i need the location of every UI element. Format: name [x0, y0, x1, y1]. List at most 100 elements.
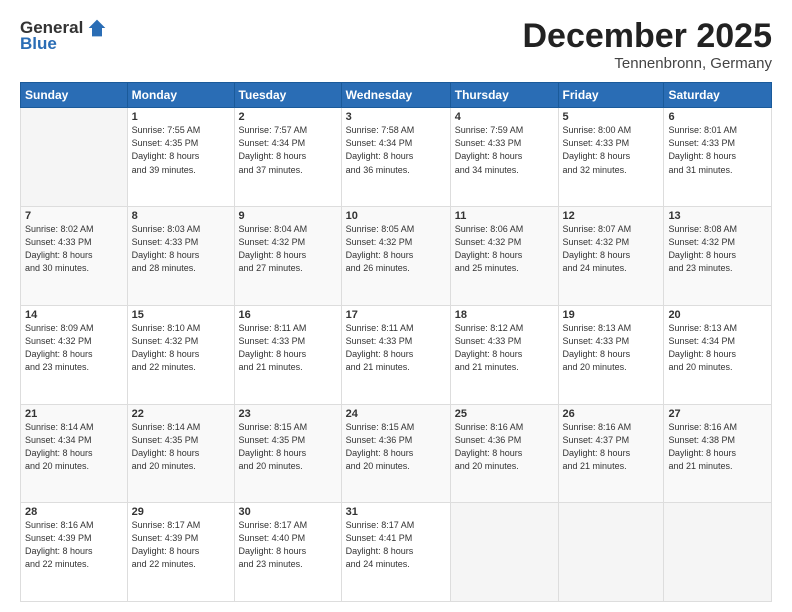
- day-cell: 31Sunrise: 8:17 AM Sunset: 4:41 PM Dayli…: [341, 503, 450, 602]
- day-info: Sunrise: 8:17 AM Sunset: 4:41 PM Dayligh…: [346, 519, 446, 571]
- col-header-monday: Monday: [127, 83, 234, 108]
- day-info: Sunrise: 8:16 AM Sunset: 4:39 PM Dayligh…: [25, 519, 123, 571]
- day-info: Sunrise: 8:13 AM Sunset: 4:34 PM Dayligh…: [668, 322, 767, 374]
- col-header-wednesday: Wednesday: [341, 83, 450, 108]
- day-cell: 9Sunrise: 8:04 AM Sunset: 4:32 PM Daylig…: [234, 207, 341, 306]
- col-header-sunday: Sunday: [21, 83, 128, 108]
- day-info: Sunrise: 8:01 AM Sunset: 4:33 PM Dayligh…: [668, 124, 767, 176]
- day-number: 3: [346, 111, 446, 123]
- day-cell: 16Sunrise: 8:11 AM Sunset: 4:33 PM Dayli…: [234, 305, 341, 404]
- day-number: 2: [239, 111, 337, 123]
- day-number: 17: [346, 309, 446, 321]
- day-number: 27: [668, 408, 767, 420]
- day-cell: 8Sunrise: 8:03 AM Sunset: 4:33 PM Daylig…: [127, 207, 234, 306]
- day-cell: 10Sunrise: 8:05 AM Sunset: 4:32 PM Dayli…: [341, 207, 450, 306]
- day-cell: 21Sunrise: 8:14 AM Sunset: 4:34 PM Dayli…: [21, 404, 128, 503]
- day-info: Sunrise: 8:03 AM Sunset: 4:33 PM Dayligh…: [132, 223, 230, 275]
- day-cell: 26Sunrise: 8:16 AM Sunset: 4:37 PM Dayli…: [558, 404, 664, 503]
- day-number: 20: [668, 309, 767, 321]
- day-cell: 17Sunrise: 8:11 AM Sunset: 4:33 PM Dayli…: [341, 305, 450, 404]
- day-number: 10: [346, 210, 446, 222]
- logo-blue: Blue: [20, 34, 57, 54]
- day-number: 16: [239, 309, 337, 321]
- day-number: 26: [563, 408, 660, 420]
- day-cell: 1Sunrise: 7:55 AM Sunset: 4:35 PM Daylig…: [127, 108, 234, 207]
- day-number: 21: [25, 408, 123, 420]
- day-number: 12: [563, 210, 660, 222]
- day-number: 15: [132, 309, 230, 321]
- day-cell: 25Sunrise: 8:16 AM Sunset: 4:36 PM Dayli…: [450, 404, 558, 503]
- day-info: Sunrise: 7:59 AM Sunset: 4:33 PM Dayligh…: [455, 124, 554, 176]
- day-number: 22: [132, 408, 230, 420]
- month-title: December 2025: [522, 18, 772, 55]
- day-cell: 2Sunrise: 7:57 AM Sunset: 4:34 PM Daylig…: [234, 108, 341, 207]
- day-number: 19: [563, 309, 660, 321]
- day-info: Sunrise: 7:57 AM Sunset: 4:34 PM Dayligh…: [239, 124, 337, 176]
- day-info: Sunrise: 8:07 AM Sunset: 4:32 PM Dayligh…: [563, 223, 660, 275]
- day-info: Sunrise: 8:15 AM Sunset: 4:35 PM Dayligh…: [239, 421, 337, 473]
- day-cell: 3Sunrise: 7:58 AM Sunset: 4:34 PM Daylig…: [341, 108, 450, 207]
- day-info: Sunrise: 8:14 AM Sunset: 4:34 PM Dayligh…: [25, 421, 123, 473]
- day-number: 30: [239, 506, 337, 518]
- day-cell: 22Sunrise: 8:14 AM Sunset: 4:35 PM Dayli…: [127, 404, 234, 503]
- day-cell: 5Sunrise: 8:00 AM Sunset: 4:33 PM Daylig…: [558, 108, 664, 207]
- day-info: Sunrise: 8:15 AM Sunset: 4:36 PM Dayligh…: [346, 421, 446, 473]
- day-cell: 7Sunrise: 8:02 AM Sunset: 4:33 PM Daylig…: [21, 207, 128, 306]
- location: Tennenbronn, Germany: [522, 55, 772, 72]
- day-number: 28: [25, 506, 123, 518]
- day-cell: 6Sunrise: 8:01 AM Sunset: 4:33 PM Daylig…: [664, 108, 772, 207]
- page: General Blue December 2025 Tennenbronn, …: [0, 0, 792, 612]
- day-number: 8: [132, 210, 230, 222]
- day-cell: 23Sunrise: 8:15 AM Sunset: 4:35 PM Dayli…: [234, 404, 341, 503]
- calendar: SundayMondayTuesdayWednesdayThursdayFrid…: [20, 82, 772, 602]
- day-number: 9: [239, 210, 337, 222]
- day-info: Sunrise: 8:16 AM Sunset: 4:36 PM Dayligh…: [455, 421, 554, 473]
- day-cell: 30Sunrise: 8:17 AM Sunset: 4:40 PM Dayli…: [234, 503, 341, 602]
- day-info: Sunrise: 8:04 AM Sunset: 4:32 PM Dayligh…: [239, 223, 337, 275]
- day-cell: 29Sunrise: 8:17 AM Sunset: 4:39 PM Dayli…: [127, 503, 234, 602]
- day-info: Sunrise: 8:17 AM Sunset: 4:39 PM Dayligh…: [132, 519, 230, 571]
- day-info: Sunrise: 8:10 AM Sunset: 4:32 PM Dayligh…: [132, 322, 230, 374]
- day-cell: 28Sunrise: 8:16 AM Sunset: 4:39 PM Dayli…: [21, 503, 128, 602]
- col-header-friday: Friday: [558, 83, 664, 108]
- day-number: 29: [132, 506, 230, 518]
- day-number: 14: [25, 309, 123, 321]
- day-info: Sunrise: 8:06 AM Sunset: 4:32 PM Dayligh…: [455, 223, 554, 275]
- day-number: 6: [668, 111, 767, 123]
- day-number: 18: [455, 309, 554, 321]
- day-cell: 20Sunrise: 8:13 AM Sunset: 4:34 PM Dayli…: [664, 305, 772, 404]
- day-cell: 24Sunrise: 8:15 AM Sunset: 4:36 PM Dayli…: [341, 404, 450, 503]
- logo: General Blue: [20, 18, 107, 54]
- day-info: Sunrise: 8:11 AM Sunset: 4:33 PM Dayligh…: [346, 322, 446, 374]
- day-number: 1: [132, 111, 230, 123]
- day-number: 24: [346, 408, 446, 420]
- week-row-1: 1Sunrise: 7:55 AM Sunset: 4:35 PM Daylig…: [21, 108, 772, 207]
- header-row: SundayMondayTuesdayWednesdayThursdayFrid…: [21, 83, 772, 108]
- day-info: Sunrise: 8:00 AM Sunset: 4:33 PM Dayligh…: [563, 124, 660, 176]
- day-info: Sunrise: 8:09 AM Sunset: 4:32 PM Dayligh…: [25, 322, 123, 374]
- day-info: Sunrise: 8:12 AM Sunset: 4:33 PM Dayligh…: [455, 322, 554, 374]
- col-header-saturday: Saturday: [664, 83, 772, 108]
- day-info: Sunrise: 8:17 AM Sunset: 4:40 PM Dayligh…: [239, 519, 337, 571]
- day-cell: [21, 108, 128, 207]
- day-cell: 15Sunrise: 8:10 AM Sunset: 4:32 PM Dayli…: [127, 305, 234, 404]
- day-number: 7: [25, 210, 123, 222]
- col-header-thursday: Thursday: [450, 83, 558, 108]
- day-cell: [558, 503, 664, 602]
- day-cell: 11Sunrise: 8:06 AM Sunset: 4:32 PM Dayli…: [450, 207, 558, 306]
- day-info: Sunrise: 8:02 AM Sunset: 4:33 PM Dayligh…: [25, 223, 123, 275]
- logo-icon: [87, 18, 107, 38]
- day-cell: [450, 503, 558, 602]
- week-row-4: 21Sunrise: 8:14 AM Sunset: 4:34 PM Dayli…: [21, 404, 772, 503]
- day-number: 4: [455, 111, 554, 123]
- day-info: Sunrise: 8:16 AM Sunset: 4:37 PM Dayligh…: [563, 421, 660, 473]
- day-number: 23: [239, 408, 337, 420]
- day-info: Sunrise: 7:58 AM Sunset: 4:34 PM Dayligh…: [346, 124, 446, 176]
- week-row-2: 7Sunrise: 8:02 AM Sunset: 4:33 PM Daylig…: [21, 207, 772, 306]
- day-cell: 18Sunrise: 8:12 AM Sunset: 4:33 PM Dayli…: [450, 305, 558, 404]
- day-cell: 27Sunrise: 8:16 AM Sunset: 4:38 PM Dayli…: [664, 404, 772, 503]
- col-header-tuesday: Tuesday: [234, 83, 341, 108]
- header: General Blue December 2025 Tennenbronn, …: [20, 18, 772, 72]
- day-cell: 4Sunrise: 7:59 AM Sunset: 4:33 PM Daylig…: [450, 108, 558, 207]
- day-number: 11: [455, 210, 554, 222]
